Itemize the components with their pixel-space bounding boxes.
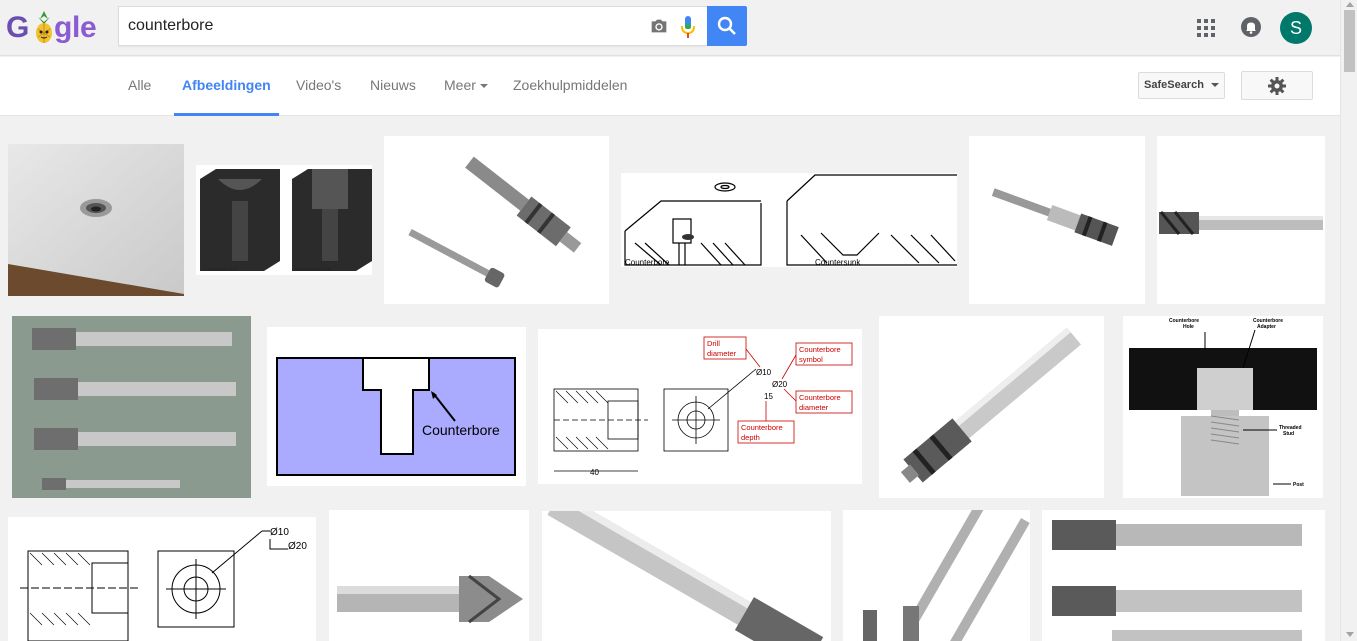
annotation-label: Counterbore <box>741 423 783 432</box>
tab-news[interactable]: Nieuws <box>370 57 416 116</box>
image-result[interactable] <box>12 316 251 498</box>
dimension-label: Ø20 <box>772 380 788 389</box>
dimension-label: 15 <box>764 392 773 401</box>
image-result[interactable]: Ø10 Ø20 15 40 Drill diameter Counterbore… <box>538 329 862 484</box>
image-result[interactable] <box>329 510 529 641</box>
settings-button[interactable] <box>1241 71 1313 100</box>
annotation-label: Hole <box>1183 324 1194 330</box>
image-results-grid: Countersunk hole Counterbored hole Count… <box>0 117 1340 641</box>
image-caption: Counterbore <box>422 422 500 438</box>
dimension-label: Ø10 <box>270 527 289 538</box>
annotation-label: Adapter <box>1257 324 1276 330</box>
image-result[interactable]: Counterbore Hole Counterbore Adapter Thr… <box>1123 316 1323 498</box>
top-header: G g l e counterbore S <box>0 0 1340 56</box>
dimension-label: Ø20 <box>288 541 307 552</box>
annotation-label: Counterbore <box>799 393 841 402</box>
camera-icon[interactable] <box>648 15 670 37</box>
image-result[interactable] <box>843 510 1030 641</box>
google-logo[interactable]: G g l e <box>6 8 100 48</box>
search-input[interactable] <box>128 15 638 37</box>
image-caption: Counterbore <box>625 258 670 267</box>
chevron-down-icon <box>479 84 488 89</box>
dimension-label: 40 <box>590 468 599 477</box>
annotation-label: symbol <box>799 355 823 364</box>
annotation-label: diameter <box>799 403 829 412</box>
image-caption: Counterbored hole <box>294 267 332 272</box>
tab-search-tools[interactable]: Zoekhulpmiddelen <box>513 57 627 116</box>
scroll-down-icon[interactable] <box>1346 632 1354 637</box>
chevron-down-icon <box>1211 83 1219 88</box>
pineapple-doodle-icon <box>36 11 52 43</box>
logo-letter-l: l <box>72 11 80 44</box>
search-icon <box>717 16 736 35</box>
tab-images[interactable]: Afbeeldingen <box>174 57 279 116</box>
tab-more-label: Meer <box>444 77 476 93</box>
annotation-label: Post <box>1293 482 1304 488</box>
scrollbar-thumb[interactable] <box>1344 10 1355 72</box>
mic-icon[interactable] <box>680 15 696 39</box>
image-result[interactable] <box>969 136 1145 304</box>
annotation-label: Counterbore <box>799 345 841 354</box>
image-caption: Countersunk <box>815 258 861 267</box>
search-button[interactable] <box>707 6 747 46</box>
logo-letter-g2: g <box>54 11 72 44</box>
dimension-label: Ø10 <box>756 368 772 377</box>
safesearch-button[interactable]: SafeSearch <box>1138 72 1225 99</box>
logo-letter-e: e <box>80 11 97 44</box>
avatar[interactable]: S <box>1280 12 1312 44</box>
image-result[interactable] <box>8 144 184 296</box>
page-scrollbar[interactable] <box>1340 0 1357 641</box>
bell-icon[interactable] <box>1241 17 1261 37</box>
image-result[interactable]: Counterbore <box>267 327 526 486</box>
tab-all[interactable]: Alle <box>128 57 151 116</box>
image-result[interactable] <box>1157 136 1325 304</box>
image-result[interactable] <box>1042 510 1325 641</box>
image-caption: Countersunk hole <box>202 267 238 272</box>
image-result[interactable] <box>879 316 1104 498</box>
search-box <box>118 6 708 46</box>
tab-videos[interactable]: Video's <box>296 57 341 116</box>
tab-more[interactable]: Meer <box>444 57 488 116</box>
annotation-label: Drill <box>707 339 720 348</box>
gear-icon <box>1268 76 1286 95</box>
image-result[interactable] <box>384 136 609 304</box>
search-tabs-bar: Alle Afbeeldingen Video's Nieuws Meer Zo… <box>0 57 1340 116</box>
safesearch-label: SafeSearch <box>1144 79 1204 91</box>
annotation-label: diameter <box>707 349 737 358</box>
apps-grid-icon[interactable] <box>1197 19 1215 37</box>
annotation-label: Stud <box>1283 431 1294 437</box>
image-result[interactable]: Ø10 Ø20 <box>8 517 316 641</box>
scroll-up-icon[interactable] <box>1346 2 1354 7</box>
image-result[interactable]: Countersunk hole Counterbored hole <box>196 165 372 275</box>
image-result[interactable]: Counterbore Countersunk <box>621 173 957 267</box>
logo-letter-g: G <box>6 11 29 44</box>
image-result[interactable] <box>542 511 831 641</box>
annotation-label: depth <box>741 433 760 442</box>
